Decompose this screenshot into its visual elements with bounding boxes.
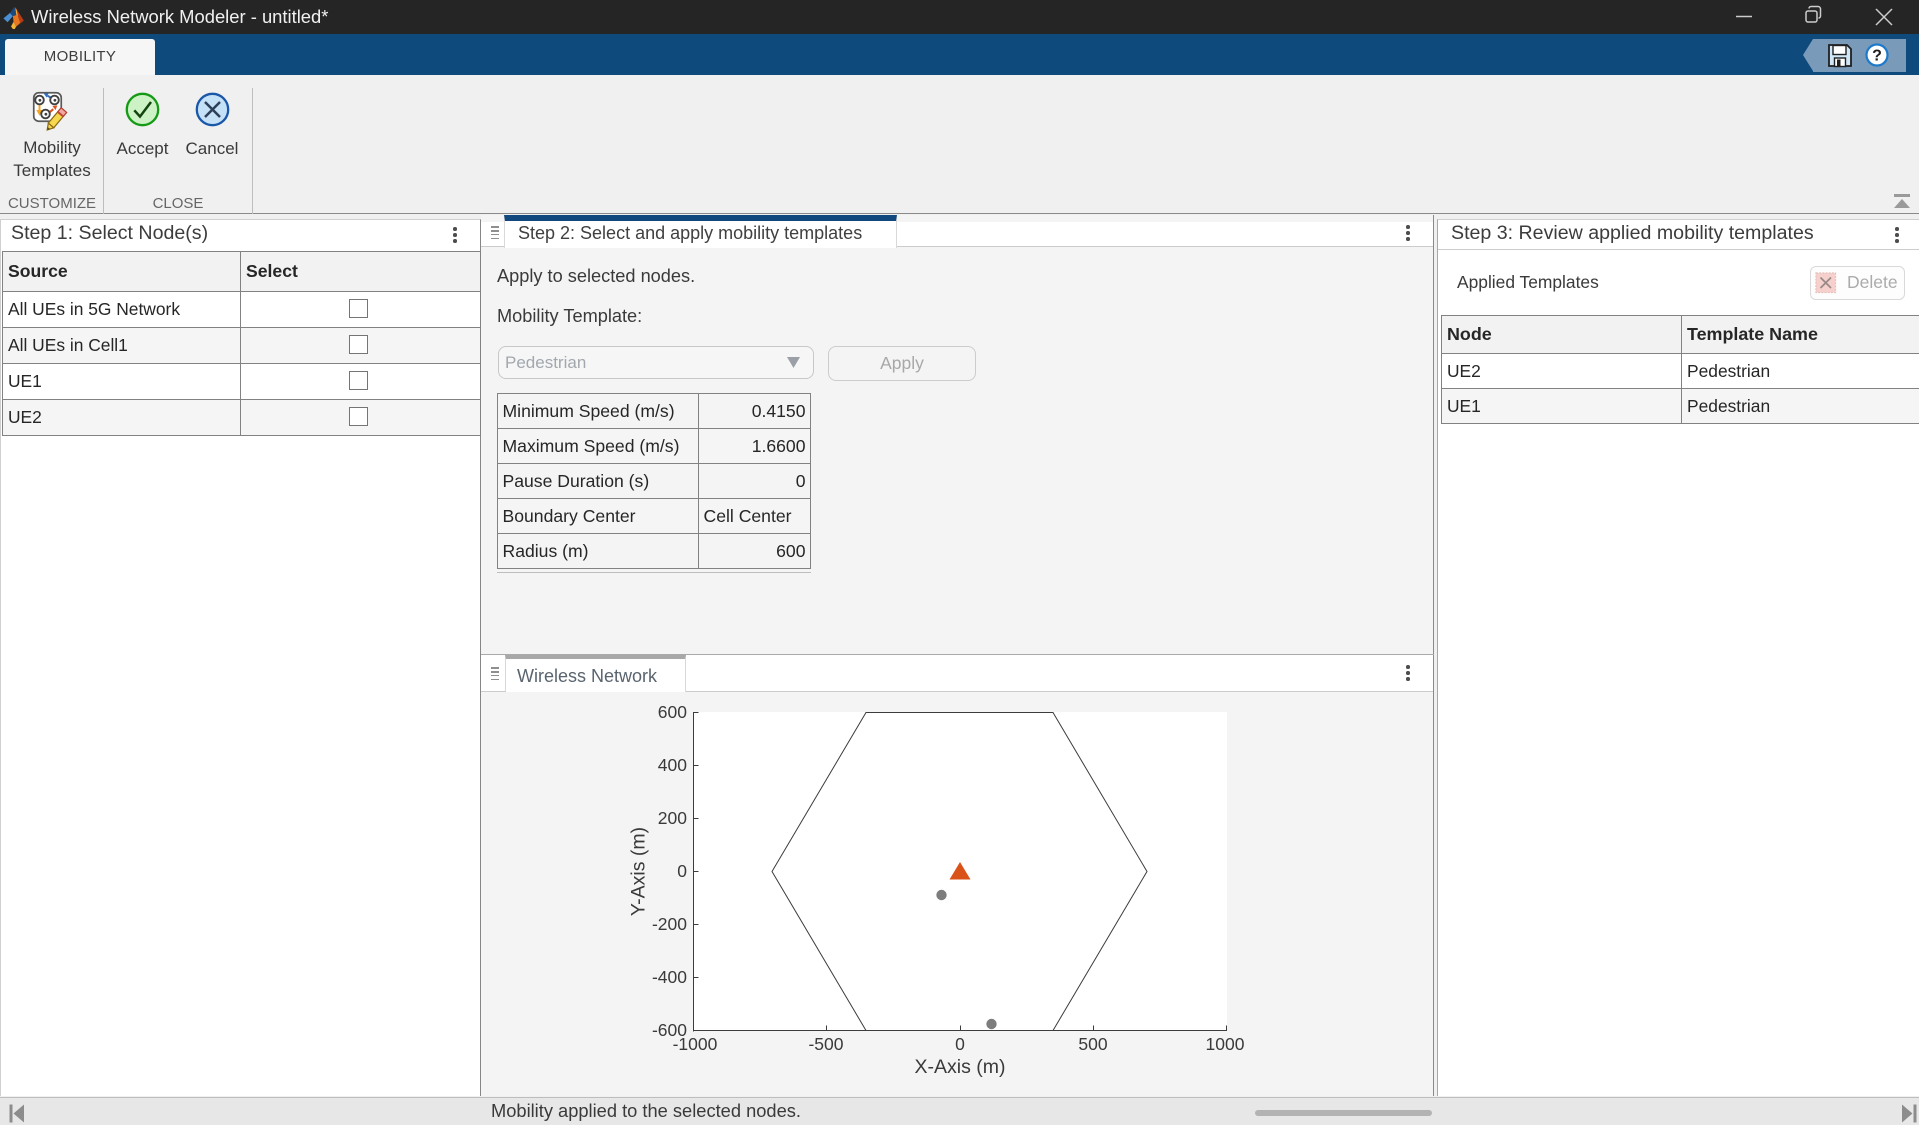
svg-text:-500: -500 bbox=[808, 1034, 843, 1054]
svg-text:200: 200 bbox=[658, 808, 687, 828]
svg-text:0: 0 bbox=[955, 1034, 965, 1054]
svg-text:600: 600 bbox=[658, 702, 687, 722]
svg-text:-200: -200 bbox=[652, 914, 687, 934]
svg-text:500: 500 bbox=[1078, 1034, 1107, 1054]
svg-text:Y-Axis (m): Y-Axis (m) bbox=[628, 827, 650, 916]
svg-text:400: 400 bbox=[658, 755, 687, 775]
svg-text:?: ? bbox=[1872, 48, 1882, 65]
svg-text:-1000: -1000 bbox=[673, 1034, 718, 1054]
svg-text:0: 0 bbox=[677, 861, 687, 881]
svg-text:1000: 1000 bbox=[1206, 1034, 1245, 1054]
svg-text:-400: -400 bbox=[652, 967, 687, 987]
svg-text:X-Axis (m): X-Axis (m) bbox=[915, 1056, 1006, 1078]
